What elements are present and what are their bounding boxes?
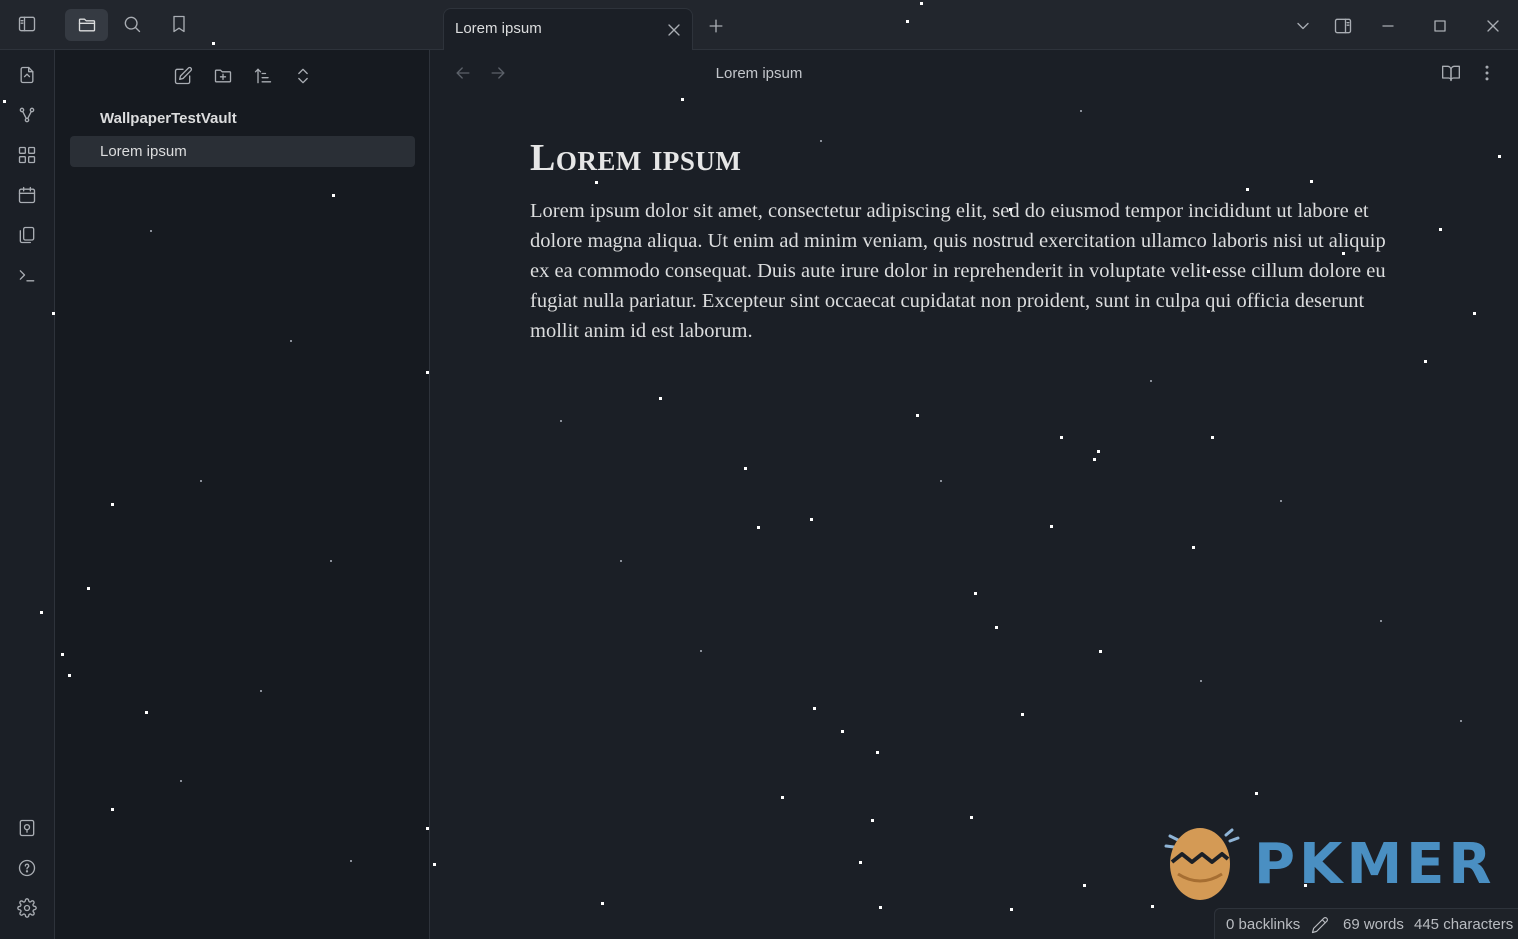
- file-item-label: Lorem ipsum: [100, 143, 187, 160]
- file-item-lorem-ipsum[interactable]: Lorem ipsum: [70, 136, 415, 167]
- note-body[interactable]: Lorem ipsum dolor sit amet, consectetur …: [530, 196, 1410, 346]
- new-tab-icon[interactable]: [698, 8, 734, 44]
- help-icon[interactable]: [9, 850, 45, 886]
- note-heading[interactable]: Lorem ipsum: [530, 136, 741, 180]
- backlinks-count[interactable]: 0 backlinks: [1226, 916, 1300, 933]
- settings-icon[interactable]: [9, 890, 45, 926]
- bookmark-icon[interactable]: [161, 7, 197, 41]
- canvas-icon[interactable]: [9, 137, 45, 173]
- file-explorer-panel: [55, 50, 430, 939]
- templates-icon[interactable]: [9, 217, 45, 253]
- status-bar: 0 backlinks 69 words 445 characters: [1214, 908, 1518, 939]
- close-window-icon[interactable]: [1475, 8, 1511, 44]
- graph-view-icon[interactable]: [9, 97, 45, 133]
- left-ribbon-header: [0, 0, 430, 50]
- command-palette-icon[interactable]: [9, 257, 45, 293]
- right-sidebar-toggle-icon[interactable]: [1325, 8, 1361, 44]
- view-header-title[interactable]: Lorem ipsum: [0, 65, 1518, 82]
- word-count: 69 words: [1343, 916, 1404, 933]
- pkmer-egg-icon: [1164, 828, 1240, 900]
- pkmer-logo: PKMER: [1158, 822, 1493, 902]
- vault-switcher-icon[interactable]: [9, 810, 45, 846]
- minimize-icon[interactable]: [1370, 8, 1406, 44]
- character-count: 445 characters: [1414, 916, 1514, 933]
- search-icon[interactable]: [114, 7, 150, 41]
- maximize-icon[interactable]: [1422, 8, 1458, 44]
- editor-pane: [430, 50, 1518, 939]
- pkmer-logo-text: PKMER: [1254, 832, 1496, 897]
- tab-title: Lorem ipsum: [455, 20, 542, 37]
- left-ribbon: [0, 50, 55, 939]
- vault-name[interactable]: WallpaperTestVault: [100, 110, 237, 127]
- daily-note-icon[interactable]: [9, 177, 45, 213]
- sidebar-toggle-icon[interactable]: [9, 7, 45, 41]
- tab-list-icon[interactable]: [1285, 8, 1321, 44]
- folder-icon[interactable]: [65, 9, 108, 41]
- close-tab-icon[interactable]: [662, 19, 686, 41]
- tab-lorem-ipsum[interactable]: Lorem ipsum: [443, 8, 693, 50]
- edit-mode-icon[interactable]: [1311, 916, 1329, 934]
